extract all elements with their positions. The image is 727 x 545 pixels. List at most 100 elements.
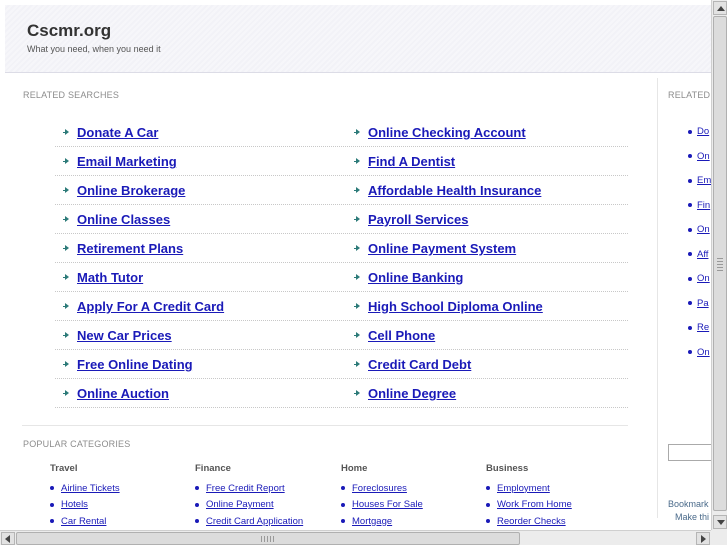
right-related-item[interactable]: Re (688, 322, 711, 333)
bullet-icon (195, 486, 199, 491)
related-search-link[interactable]: Cell Phone (368, 328, 435, 343)
related-search-link[interactable]: Payroll Services (368, 212, 468, 227)
right-related-link[interactable]: Pa (697, 298, 709, 309)
related-search-item[interactable]: Find A Dentist (354, 154, 455, 169)
related-search-item[interactable]: High School Diploma Online (354, 299, 543, 314)
related-search-item[interactable]: Online Payment System (354, 241, 516, 256)
related-search-link[interactable]: Online Classes (77, 212, 170, 227)
related-search-link[interactable]: Apply For A Credit Card (77, 299, 224, 314)
related-search-item[interactable]: Retirement Plans (63, 241, 183, 256)
right-related-item[interactable]: Em (688, 175, 711, 186)
related-search-item[interactable]: Free Online Dating (63, 357, 193, 372)
related-search-item[interactable]: Online Banking (354, 270, 463, 285)
related-search-link[interactable]: Retirement Plans (77, 241, 183, 256)
category-item[interactable]: Free Credit Report (195, 480, 335, 497)
category-link[interactable]: Free Credit Report (206, 483, 285, 494)
related-search-link[interactable]: Email Marketing (77, 154, 177, 169)
grip-icon (261, 535, 275, 542)
right-related-link[interactable]: On (697, 224, 710, 235)
right-related-link[interactable]: Do (697, 126, 709, 137)
related-search-item[interactable]: New Car Prices (63, 328, 172, 343)
category-item[interactable]: Houses For Sale (341, 497, 481, 514)
related-search-link[interactable]: Online Auction (77, 386, 169, 401)
category-link[interactable]: Credit Card Application (206, 516, 303, 527)
grip-icon (717, 256, 723, 271)
category-link[interactable]: Hotels (61, 499, 88, 510)
related-search-link[interactable]: Online Brokerage (77, 183, 185, 198)
category-item[interactable]: Reorder Checks (486, 513, 626, 530)
right-related-item[interactable]: Do (688, 126, 711, 137)
right-related-link[interactable]: On (697, 151, 710, 162)
vertical-scroll-thumb[interactable] (713, 16, 727, 511)
right-related-item[interactable]: Pa (688, 298, 711, 309)
related-search-link[interactable]: Math Tutor (77, 270, 143, 285)
category-item[interactable]: Employment (486, 480, 626, 497)
right-related-link[interactable]: Aff (697, 249, 708, 260)
related-search-link[interactable]: Find A Dentist (368, 154, 455, 169)
right-related-item[interactable]: Fin (688, 200, 711, 211)
related-search-item[interactable]: Online Auction (63, 386, 169, 401)
category-link[interactable]: Online Payment (206, 499, 274, 510)
related-search-item[interactable]: Apply For A Credit Card (63, 299, 224, 314)
category-item[interactable]: Airline Tickets (50, 480, 190, 497)
related-search-item[interactable]: Affordable Health Insurance (354, 183, 541, 198)
related-search-item[interactable]: Donate A Car (63, 125, 158, 140)
category-link[interactable]: Reorder Checks (497, 516, 566, 527)
category-link[interactable]: Airline Tickets (61, 483, 120, 494)
related-search-link[interactable]: Online Payment System (368, 241, 516, 256)
horizontal-scroll-thumb[interactable] (16, 532, 520, 545)
related-search-item[interactable]: Email Marketing (63, 154, 177, 169)
right-related-item[interactable]: On (688, 224, 711, 235)
vertical-scrollbar[interactable] (711, 0, 727, 530)
make-homepage-link[interactable]: Make thi (675, 512, 709, 522)
right-related-item[interactable]: On (688, 273, 711, 284)
related-search-link[interactable]: Online Degree (368, 386, 456, 401)
category-link[interactable]: Foreclosures (352, 483, 407, 494)
right-related-link[interactable]: Re (697, 322, 709, 333)
category-item[interactable]: Mortgage (341, 513, 481, 530)
related-search-link[interactable]: New Car Prices (77, 328, 172, 343)
related-search-link[interactable]: Online Banking (368, 270, 463, 285)
related-search-item[interactable]: Online Brokerage (63, 183, 185, 198)
related-search-link[interactable]: Credit Card Debt (368, 357, 471, 372)
related-search-item[interactable]: Credit Card Debt (354, 357, 471, 372)
category-link[interactable]: Car Rental (61, 516, 106, 527)
right-related-link[interactable]: Fin (697, 200, 710, 211)
related-search-link[interactable]: Affordable Health Insurance (368, 183, 541, 198)
category-item[interactable]: Hotels (50, 497, 190, 514)
right-related-link[interactable]: Em (697, 175, 711, 186)
related-search-link[interactable]: High School Diploma Online (368, 299, 543, 314)
bullet-icon (688, 276, 692, 281)
related-search-link[interactable]: Free Online Dating (77, 357, 193, 372)
related-search-link[interactable]: Donate A Car (77, 125, 158, 140)
category-item[interactable]: Foreclosures (341, 480, 481, 497)
scroll-left-button[interactable] (1, 532, 15, 545)
category-item[interactable]: Work From Home (486, 497, 626, 514)
horizontal-scrollbar[interactable] (0, 530, 711, 545)
right-search-input[interactable] (668, 444, 711, 461)
right-related-item[interactable]: On (688, 347, 711, 358)
right-related-item[interactable]: Aff (688, 249, 711, 260)
site-title[interactable]: Cscmr.org (27, 21, 111, 41)
category-link[interactable]: Houses For Sale (352, 499, 423, 510)
category-link[interactable]: Work From Home (497, 499, 572, 510)
right-related-link[interactable]: On (697, 273, 710, 284)
related-search-item[interactable]: Payroll Services (354, 212, 468, 227)
category-link[interactable]: Employment (497, 483, 550, 494)
bookmark-link[interactable]: Bookmark (668, 499, 709, 509)
right-related-item[interactable]: On (688, 151, 711, 162)
category-item[interactable]: Online Payment (195, 497, 335, 514)
related-search-link[interactable]: Online Checking Account (368, 125, 526, 140)
related-search-item[interactable]: Online Degree (354, 386, 456, 401)
category-item[interactable]: Credit Card Application (195, 513, 335, 530)
related-search-item[interactable]: Cell Phone (354, 328, 435, 343)
right-related-link[interactable]: On (697, 347, 710, 358)
scroll-right-button[interactable] (696, 532, 710, 545)
related-search-item[interactable]: Math Tutor (63, 270, 143, 285)
category-link[interactable]: Mortgage (352, 516, 392, 527)
related-search-item[interactable]: Online Checking Account (354, 125, 526, 140)
related-search-item[interactable]: Online Classes (63, 212, 170, 227)
scroll-down-button[interactable] (713, 515, 727, 529)
category-item[interactable]: Car Rental (50, 513, 190, 530)
scroll-up-button[interactable] (713, 1, 727, 15)
